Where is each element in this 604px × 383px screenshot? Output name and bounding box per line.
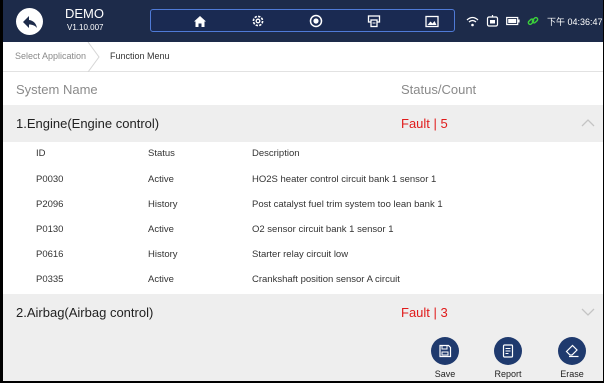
top-bar: DEMO V1.10.007 下午 04:36:47 (3, 0, 603, 42)
fault-status: History (148, 249, 178, 260)
clock-time: 下午 04:36:47 (547, 16, 603, 27)
fault-row[interactable]: P0130 Active O2 sensor circuit bank 1 se… (3, 218, 603, 242)
fault-header-description: Description (252, 148, 300, 159)
eraser-icon (558, 337, 586, 365)
back-button[interactable] (16, 8, 43, 35)
fault-id: P0335 (36, 274, 64, 285)
fault-description: O2 sensor circuit bank 1 sensor 1 (252, 224, 394, 235)
fault-description: HO2S heater control circuit bank 1 senso… (252, 174, 437, 185)
fault-row[interactable]: P0335 Active Crankshaft position sensor … (3, 268, 603, 292)
back-arrow-icon (22, 15, 37, 28)
system-row-airbag[interactable]: 2.Airbag(Airbag control) Fault | 3 (3, 294, 603, 331)
fault-status: Active (148, 174, 174, 185)
app-name: DEMO (65, 6, 104, 21)
screenshot-icon[interactable] (424, 13, 440, 29)
bottom-action-bar: Save Report Erase (3, 331, 603, 381)
column-system-name: System Name (16, 82, 98, 97)
home-icon[interactable] (192, 13, 208, 29)
report-button[interactable]: Report (478, 337, 538, 379)
breadcrumb-function-menu: Function Menu (110, 51, 170, 61)
report-label: Report (494, 369, 522, 379)
fault-description: Post catalyst fuel trim system too lean … (252, 199, 443, 210)
app-version: V1.10.007 (67, 23, 104, 32)
erase-label: Erase (560, 369, 584, 379)
fault-status: History (148, 199, 178, 210)
fault-list-header: ID Status Description (3, 142, 603, 166)
fault-id: P0130 (36, 224, 64, 235)
breadcrumb-select-application[interactable]: Select Application (15, 51, 86, 61)
system-fault-count: Fault | 5 (401, 116, 448, 131)
fault-row[interactable]: P2096 History Post catalyst fuel trim sy… (3, 193, 603, 217)
chevron-down-icon[interactable] (581, 307, 595, 317)
system-name: 1.Engine(Engine control) (16, 116, 160, 131)
print-icon[interactable] (366, 13, 382, 29)
fault-code-list: ID Status Description P0030 Active HO2S … (3, 142, 603, 294)
chevron-up-icon[interactable] (581, 118, 595, 128)
fault-header-status: Status (148, 148, 175, 159)
fault-id: P0030 (36, 174, 64, 185)
column-header: System Name Status/Count (3, 73, 603, 105)
fault-description: Crankshaft position sensor A circuit (252, 274, 400, 285)
column-status-count: Status/Count (401, 82, 477, 97)
save-label: Save (434, 369, 456, 379)
nav-toolbar (150, 9, 455, 32)
status-area: 下午 04:36:47 (466, 13, 603, 29)
fault-row[interactable]: P0030 Active HO2S heater control circuit… (3, 168, 603, 192)
erase-button[interactable]: Erase (542, 337, 602, 379)
fault-id: P0616 (36, 249, 64, 260)
fault-header-id: ID (36, 148, 46, 159)
settings-icon[interactable] (250, 13, 266, 29)
system-fault-count: Fault | 3 (401, 305, 448, 320)
record-icon[interactable] (308, 13, 324, 29)
breadcrumb-separator-icon (87, 42, 100, 72)
fault-row[interactable]: P0616 History Starter relay circuit low (3, 243, 603, 267)
screen: DEMO V1.10.007 下午 04:36:47 Select Applic… (3, 0, 603, 381)
system-name: 2.Airbag(Airbag control) (16, 305, 154, 320)
fault-id: P2096 (36, 199, 64, 210)
fault-status: Active (148, 224, 174, 235)
save-icon (431, 337, 459, 365)
system-row-engine[interactable]: 1.Engine(Engine control) Fault | 5 (3, 105, 603, 142)
wifi-icon (466, 16, 479, 26)
save-button[interactable]: Save (415, 337, 475, 379)
battery-icon (506, 16, 520, 26)
fault-description: Starter relay circuit low (252, 249, 349, 260)
breadcrumb: Select Application Function Menu (3, 42, 603, 72)
vci-icon (486, 15, 499, 27)
fault-status: Active (148, 274, 174, 285)
report-icon (494, 337, 522, 365)
link-icon (527, 16, 539, 26)
